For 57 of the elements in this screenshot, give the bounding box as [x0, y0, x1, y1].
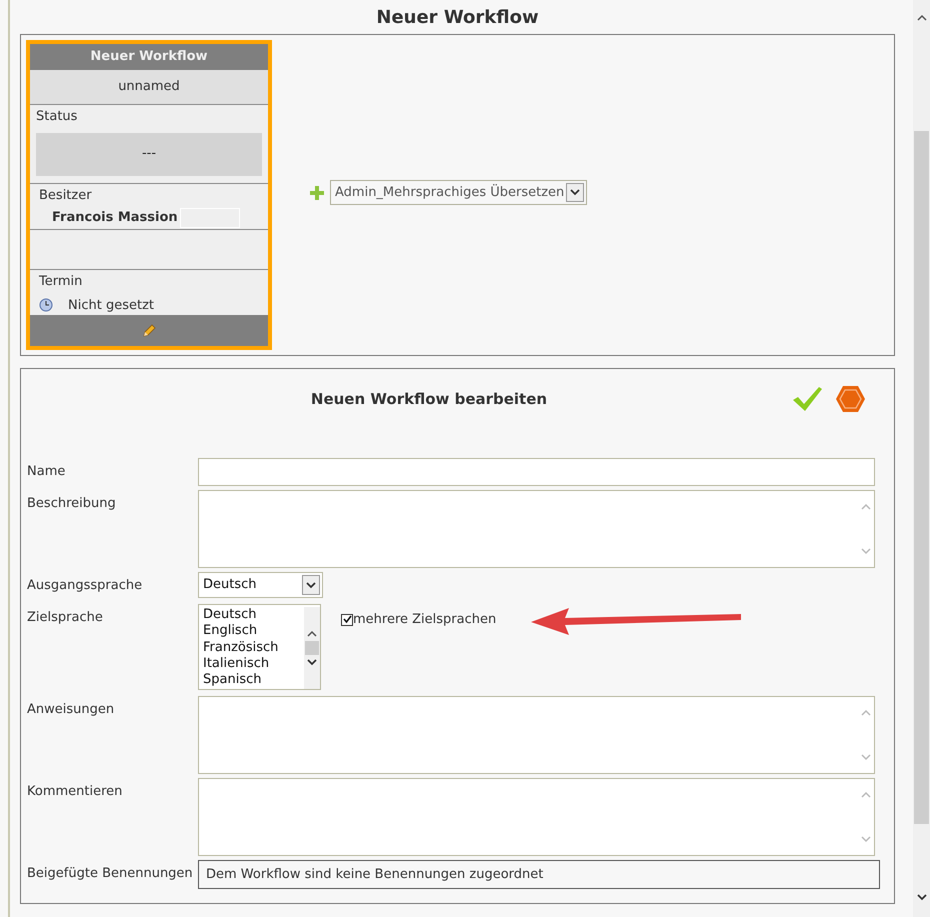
field-label: Besitzer — [39, 187, 93, 205]
instructions-field[interactable] — [198, 696, 875, 774]
list-option[interactable]: Italienisch — [203, 656, 304, 672]
scroll-thumb[interactable] — [305, 641, 319, 655]
hexagon-icon — [835, 385, 866, 413]
form-title: Neuen Workflow bearbeiten — [310, 388, 548, 410]
scroll-up-icon — [861, 709, 871, 716]
scroll-up-icon — [861, 791, 871, 798]
checkbox[interactable] — [341, 614, 353, 626]
scroll-down-icon — [861, 548, 871, 555]
scroll-down-icon — [861, 836, 871, 843]
clock-icon — [39, 298, 53, 312]
field-label: Beschreibung — [27, 496, 116, 511]
list-option[interactable]: Englisch — [203, 623, 304, 640]
workflow-name: unnamed — [118, 78, 180, 96]
list-option[interactable]: Französisch — [203, 640, 304, 656]
field-label: Ausgangssprache — [27, 578, 142, 593]
source-language-select[interactable]: Deutsch — [198, 572, 323, 598]
chevron-down-icon — [570, 189, 580, 196]
field-label: Termin — [39, 273, 84, 291]
owner-name: Francois Massion — [52, 208, 178, 227]
name-field[interactable] — [198, 458, 875, 486]
status-value: --- — [142, 145, 156, 164]
description-field[interactable] — [198, 490, 875, 568]
edit-button[interactable] — [141, 322, 157, 338]
field-label: Zielsprache — [27, 610, 103, 625]
scroll-up-icon — [916, 14, 926, 21]
scroll-down-icon — [307, 659, 317, 666]
field-label: Kommentieren — [27, 784, 122, 799]
checkbox-label: mehrere Zielsprachen — [353, 611, 496, 629]
plus-icon[interactable] — [310, 186, 324, 200]
field-label: Status — [36, 108, 78, 126]
deadline-value: Nicht gesetzt — [68, 296, 154, 314]
check-icon — [342, 615, 352, 624]
field-label: Anweisungen — [27, 702, 114, 717]
pencil-icon — [141, 322, 157, 338]
scrollbar[interactable] — [913, 0, 930, 917]
list-option[interactable]: Spanisch — [203, 672, 304, 688]
confirm-button[interactable] — [791, 385, 823, 413]
scroll-up-icon — [861, 503, 871, 510]
page-title: Neuer Workflow — [376, 6, 539, 30]
target-language-list[interactable]: Deutsch Englisch Französisch Italienisch Spanisch — [198, 604, 321, 690]
scroll-up-icon — [307, 630, 317, 637]
cancel-button[interactable] — [835, 385, 866, 413]
terms-value: Dem Workflow sind keine Benennungen zugeordnet — [206, 866, 544, 884]
chevron-down-icon — [306, 582, 316, 588]
list-option[interactable]: Deutsch — [203, 607, 304, 624]
field-label: Beigefügte Benennungen — [27, 866, 193, 881]
card-title: Neuer Workflow — [90, 48, 208, 66]
field-label: Name — [27, 464, 66, 479]
scroll-down-icon — [861, 754, 871, 761]
checkmark-icon — [791, 385, 823, 413]
template-select[interactable]: Admin_Mehrsprachiges Übersetzen — [330, 180, 588, 205]
scroll-thumb[interactable] — [914, 131, 929, 824]
comment-field[interactable] — [198, 778, 875, 856]
owner-field[interactable] — [180, 208, 240, 228]
scroll-down-icon — [916, 894, 926, 901]
